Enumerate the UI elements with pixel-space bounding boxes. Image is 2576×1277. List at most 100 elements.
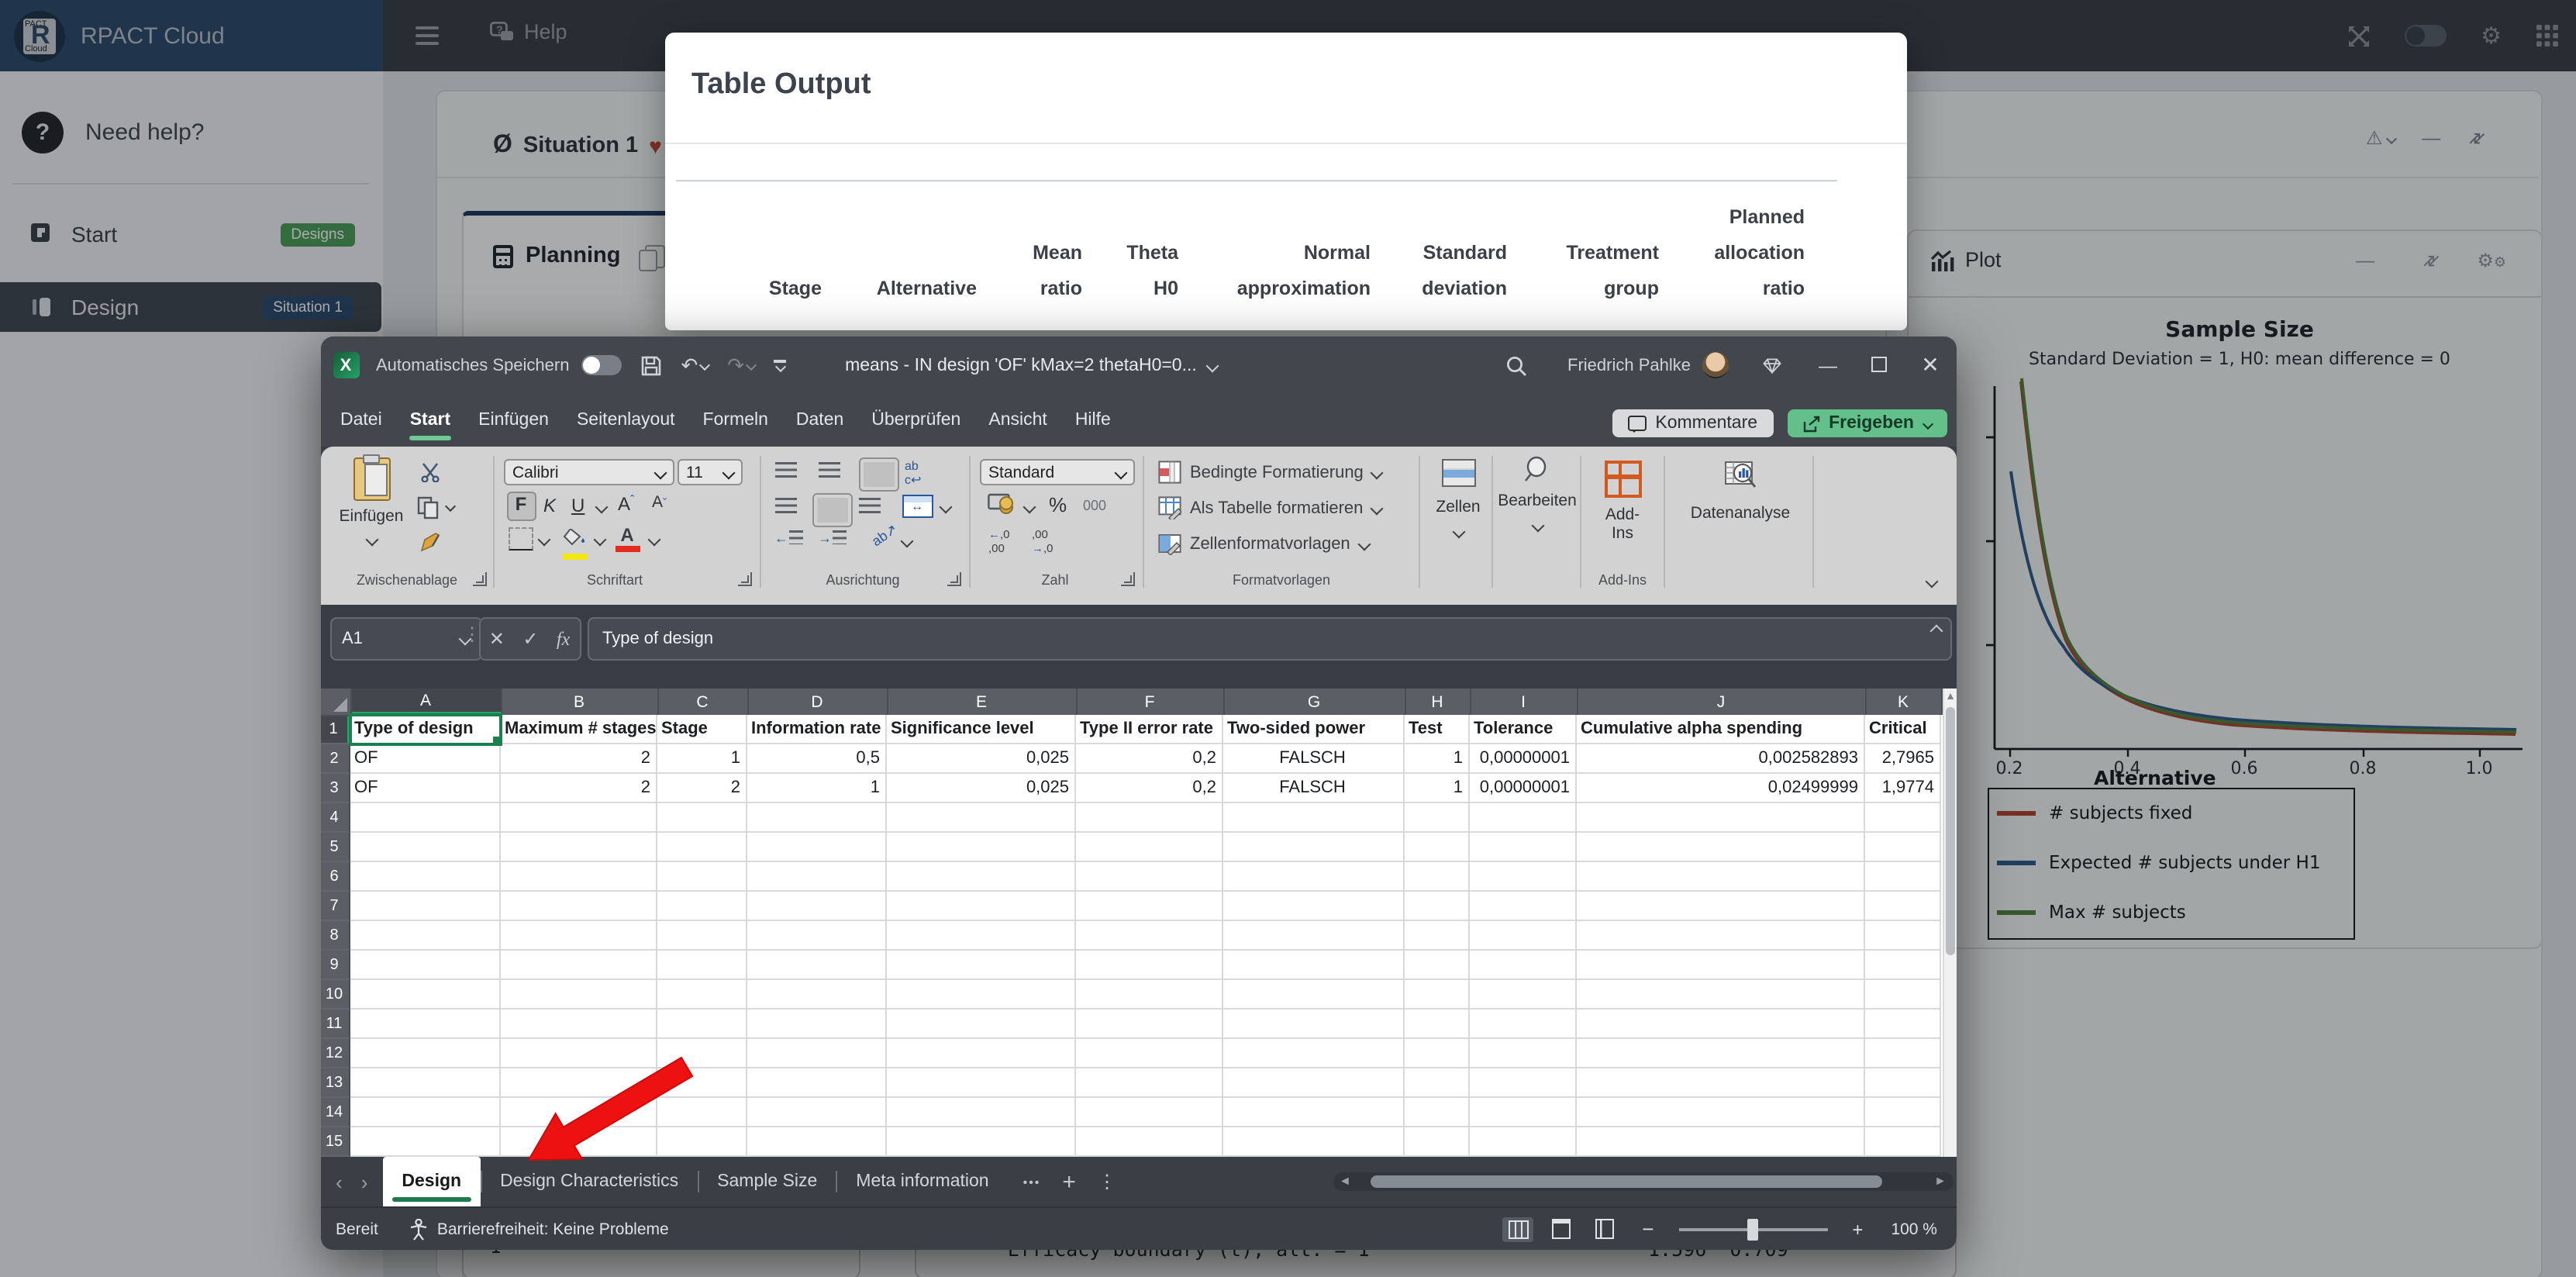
document-title-chevron-icon[interactable]	[1205, 359, 1219, 372]
format-as-table-button[interactable]: Als Tabelle formatieren	[1157, 496, 1381, 519]
cell-C15[interactable]	[657, 1127, 747, 1157]
sheet-tab-design[interactable]: Design	[383, 1157, 480, 1206]
horizontal-scrollbar[interactable]: ◄ ►	[1333, 1172, 1953, 1191]
sheet-tab-sample-size[interactable]: Sample Size	[698, 1157, 836, 1206]
ribbon-tab-formeln[interactable]: Formeln	[689, 394, 782, 447]
merge-center-button[interactable]: ↔	[902, 495, 933, 518]
zoom-slider-thumb[interactable]	[1747, 1219, 1757, 1241]
cell-F6[interactable]	[1075, 862, 1222, 892]
cell-J3[interactable]: 0,02499999	[1576, 774, 1864, 803]
cell-E12[interactable]	[886, 1039, 1075, 1068]
column-header-J[interactable]: J	[1578, 689, 1866, 715]
cell-I7[interactable]	[1469, 892, 1576, 921]
cell-H5[interactable]	[1404, 833, 1469, 862]
borders-chevron-icon[interactable]	[537, 533, 550, 547]
cell-C14[interactable]	[657, 1098, 747, 1127]
cell-F12[interactable]	[1075, 1039, 1222, 1068]
cell-F4[interactable]	[1075, 803, 1222, 833]
cell-I12[interactable]	[1469, 1039, 1576, 1068]
cell-J4[interactable]	[1576, 803, 1864, 833]
conditional-formatting-button[interactable]: Bedingte Formatierung	[1157, 461, 1382, 484]
cell-E1[interactable]: Significance level	[886, 715, 1075, 744]
column-header-F[interactable]: F	[1077, 689, 1224, 715]
next-sheet-icon[interactable]: ›	[361, 1170, 368, 1193]
row-header-7[interactable]: 7	[320, 892, 350, 921]
addins-button[interactable]: Add- Ins	[1588, 461, 1657, 543]
underline-chevron-icon[interactable]	[595, 501, 608, 514]
increase-indent-button[interactable]: →	[818, 530, 846, 546]
cell-D5[interactable]	[747, 833, 886, 862]
cell-I6[interactable]	[1469, 862, 1576, 892]
increase-decimal-button[interactable]: ←,0,00	[988, 527, 1010, 555]
cell-G2[interactable]: FALSCH	[1222, 744, 1404, 774]
cell-I13[interactable]	[1469, 1068, 1576, 1098]
cell-E11[interactable]	[886, 1010, 1075, 1039]
decrease-font-button[interactable]: Aˇ	[652, 493, 667, 512]
cell-B8[interactable]	[500, 921, 657, 951]
prev-sheet-icon[interactable]: ‹	[336, 1170, 343, 1193]
cell-E8[interactable]	[886, 921, 1075, 951]
comma-style-button[interactable]: 000	[1083, 498, 1106, 513]
cell-D10[interactable]	[747, 980, 886, 1010]
increase-font-button[interactable]: Aˆ	[618, 493, 634, 515]
cell-G8[interactable]	[1222, 921, 1404, 951]
cell-H11[interactable]	[1404, 1010, 1469, 1039]
cell-B14[interactable]	[500, 1098, 657, 1127]
cell-H4[interactable]	[1404, 803, 1469, 833]
cell-E7[interactable]	[886, 892, 1075, 921]
row-header-1[interactable]: 1	[320, 715, 350, 744]
cell-E15[interactable]	[886, 1127, 1075, 1157]
cell-E9[interactable]	[886, 951, 1075, 980]
cell-I4[interactable]	[1469, 803, 1576, 833]
cell-J10[interactable]	[1576, 980, 1864, 1010]
cell-G4[interactable]	[1222, 803, 1404, 833]
excel-title-bar[interactable]: X Automatisches Speichern ↶ ↷ means - IN…	[320, 337, 1956, 394]
accessibility-status[interactable]: Barrierefreiheit: Keine Probleme	[437, 1220, 669, 1239]
cell-I11[interactable]	[1469, 1010, 1576, 1039]
align-top-button[interactable]	[774, 462, 796, 479]
cell-J9[interactable]	[1576, 951, 1864, 980]
cell-B5[interactable]	[500, 833, 657, 862]
cell-A8[interactable]	[350, 921, 500, 951]
cell-H14[interactable]	[1404, 1098, 1469, 1127]
cell-J1[interactable]: Cumulative alpha spending	[1576, 715, 1864, 744]
cell-I15[interactable]	[1469, 1127, 1576, 1157]
save-icon[interactable]	[640, 354, 662, 376]
orientation-chevron-icon[interactable]	[900, 535, 913, 548]
cell-H10[interactable]	[1404, 980, 1469, 1010]
cell-C3[interactable]: 2	[657, 774, 747, 803]
sheet-menu-icon[interactable]: ⋮	[1098, 1171, 1116, 1192]
cell-A7[interactable]	[350, 892, 500, 921]
format-painter-button[interactable]	[418, 532, 441, 561]
cell-F5[interactable]	[1075, 833, 1222, 862]
borders-button[interactable]	[508, 527, 533, 550]
cell-A15[interactable]	[350, 1127, 500, 1157]
cell-D13[interactable]	[747, 1068, 886, 1098]
cell-A9[interactable]	[350, 951, 500, 980]
zoom-in-icon[interactable]: +	[1852, 1219, 1863, 1241]
merge-chevron-icon[interactable]	[939, 501, 952, 514]
sheet-tab-design-characteristics[interactable]: Design Characteristics	[481, 1157, 697, 1206]
font-color-chevron-icon[interactable]	[647, 533, 660, 547]
cell-C10[interactable]	[657, 980, 747, 1010]
font-dialog-launcher-icon[interactable]	[737, 572, 751, 586]
currency-format-button[interactable]	[987, 493, 1016, 523]
cell-G7[interactable]	[1222, 892, 1404, 921]
cell-H7[interactable]	[1404, 892, 1469, 921]
cell-G13[interactable]	[1222, 1068, 1404, 1098]
cell-B9[interactable]	[500, 951, 657, 980]
column-header-K[interactable]: K	[1866, 689, 1942, 715]
data-analysis-button[interactable]: Datenanalyse	[1672, 461, 1809, 523]
insert-function-icon[interactable]: fx	[557, 627, 570, 651]
cell-K11[interactable]	[1864, 1010, 1940, 1039]
row-header-13[interactable]: 13	[320, 1068, 350, 1098]
cell-K4[interactable]	[1864, 803, 1940, 833]
page-layout-view-icon[interactable]	[1546, 1217, 1577, 1242]
ribbon-tab-überprüfen[interactable]: Überprüfen	[857, 394, 974, 447]
decrease-decimal-button[interactable]: ,00→,0	[1032, 527, 1054, 555]
cell-K9[interactable]	[1864, 951, 1940, 980]
cell-H6[interactable]	[1404, 862, 1469, 892]
minimize-window-button[interactable]: —	[1802, 354, 1854, 376]
cell-K8[interactable]	[1864, 921, 1940, 951]
number-dialog-launcher-icon[interactable]	[1120, 572, 1134, 586]
